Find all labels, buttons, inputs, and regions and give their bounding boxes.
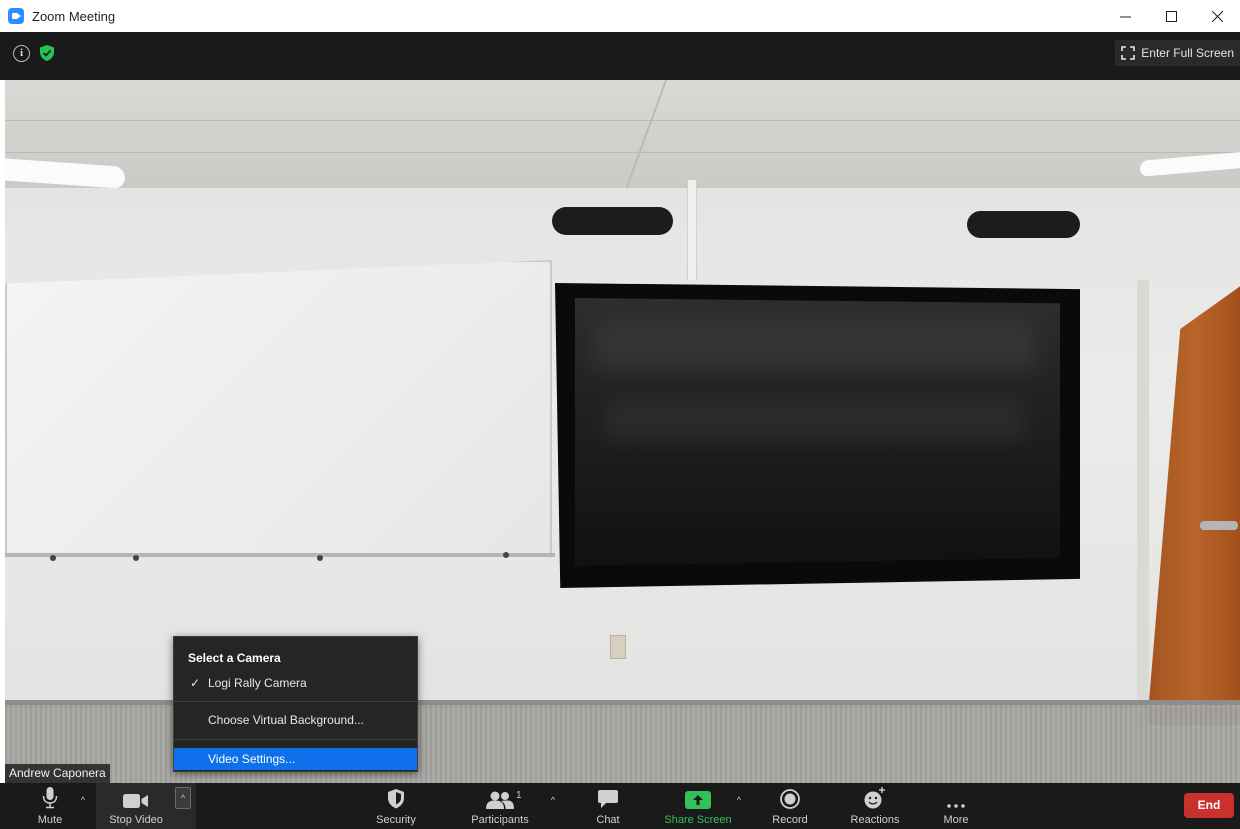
- room-speaker: [967, 211, 1080, 238]
- reactions-icon: [864, 787, 885, 809]
- camera-option-label: Logi Rally Camera: [208, 676, 307, 690]
- whiteboard-tray: [5, 553, 555, 557]
- end-meeting-button[interactable]: End: [1184, 793, 1234, 818]
- enter-full-screen-label: Enter Full Screen: [1141, 46, 1234, 60]
- minimize-icon: [1119, 16, 1131, 17]
- close-button[interactable]: [1194, 0, 1240, 32]
- chat-label: Chat: [596, 814, 620, 826]
- menu-separator: [174, 701, 417, 702]
- chat-icon: [598, 790, 618, 808]
- meeting-top-bar: [0, 32, 1240, 80]
- video-settings-item[interactable]: Video Settings...: [174, 748, 417, 770]
- enter-full-screen-button[interactable]: Enter Full Screen: [1115, 40, 1240, 66]
- window-title: Zoom Meeting: [32, 8, 116, 24]
- zoom-app-icon: [8, 8, 24, 24]
- whiteboard-marker: [133, 555, 139, 561]
- security-label: Security: [376, 814, 416, 826]
- participant-name-label: Andrew Caponera: [5, 764, 110, 783]
- window-titlebar: Zoom Meeting: [0, 0, 1240, 32]
- share-screen-button[interactable]: Share Screen: [660, 783, 736, 829]
- tv-reflection: [595, 320, 1035, 370]
- maximize-icon: [1165, 10, 1177, 22]
- microphone-icon: [42, 787, 58, 809]
- room-speaker: [552, 207, 673, 235]
- more-label: More: [943, 814, 969, 826]
- maximize-button[interactable]: [1148, 0, 1194, 32]
- share-screen-icon: [685, 791, 711, 809]
- wall-outlet: [610, 635, 626, 659]
- choose-virtual-background-item[interactable]: Choose Virtual Background...: [174, 709, 417, 731]
- whiteboard-marker: [317, 555, 323, 561]
- chat-button[interactable]: Chat: [588, 783, 628, 829]
- video-options-caret[interactable]: ^: [175, 787, 191, 809]
- participants-count: 1: [516, 790, 522, 801]
- stop-video-label: Stop Video: [109, 814, 163, 826]
- shield-icon: [388, 789, 404, 809]
- mute-button[interactable]: Mute: [30, 783, 70, 829]
- share-screen-label: Share Screen: [664, 814, 732, 826]
- ceiling-tile-line: [5, 152, 1240, 153]
- menu-item-label: Choose Virtual Background...: [208, 713, 364, 727]
- wall-conduit: [687, 180, 697, 280]
- tv-reflection: [605, 400, 1025, 440]
- whiteboard-marker: [50, 555, 56, 561]
- minimize-button[interactable]: [1102, 0, 1148, 32]
- door-frame: [1137, 280, 1149, 725]
- security-button[interactable]: Security: [366, 783, 426, 829]
- more-dots-icon: [947, 804, 965, 808]
- more-button[interactable]: More: [936, 783, 976, 829]
- select-camera-menu: Select a Camera ✓ Logi Rally Camera Choo…: [173, 636, 418, 772]
- audio-options-caret[interactable]: ^: [76, 793, 90, 807]
- reactions-button[interactable]: Reactions: [844, 783, 906, 829]
- whiteboard-marker: [503, 552, 509, 558]
- shield-check-icon[interactable]: [38, 44, 56, 62]
- ceiling-tile-line: [5, 120, 1240, 121]
- door-handle: [1200, 521, 1238, 530]
- record-icon: [780, 789, 800, 809]
- video-ceiling: [5, 80, 1240, 198]
- fullscreen-icon: [1121, 46, 1136, 60]
- close-icon: [1211, 10, 1223, 22]
- reactions-label: Reactions: [850, 814, 900, 826]
- menu-separator: [174, 739, 417, 740]
- camera-option-logi-rally[interactable]: ✓ Logi Rally Camera: [174, 672, 417, 694]
- window-controls: [1102, 0, 1240, 32]
- room-whiteboard: [5, 260, 552, 557]
- video-camera-icon: [123, 794, 148, 808]
- record-button[interactable]: Record: [768, 783, 812, 829]
- checkmark-icon: ✓: [190, 676, 201, 690]
- mute-label: Mute: [37, 814, 63, 826]
- participants-button[interactable]: Participants: [464, 783, 536, 829]
- stop-video-button[interactable]: Stop Video: [96, 783, 176, 829]
- participants-icon: [486, 791, 514, 809]
- zoom-meeting-window: Zoom Meeting i Enter Full Screen Andrew …: [0, 0, 1240, 829]
- record-label: Record: [772, 814, 808, 826]
- meeting-toolbar: Mute ^ Stop Video ^ Security Participant…: [0, 783, 1240, 829]
- menu-item-label: Video Settings...: [208, 752, 296, 766]
- select-camera-heading: Select a Camera: [188, 651, 281, 665]
- share-options-caret[interactable]: ^: [732, 793, 746, 807]
- participants-options-caret[interactable]: ^: [546, 793, 560, 807]
- info-icon[interactable]: i: [13, 45, 30, 62]
- participants-label: Participants: [471, 814, 529, 826]
